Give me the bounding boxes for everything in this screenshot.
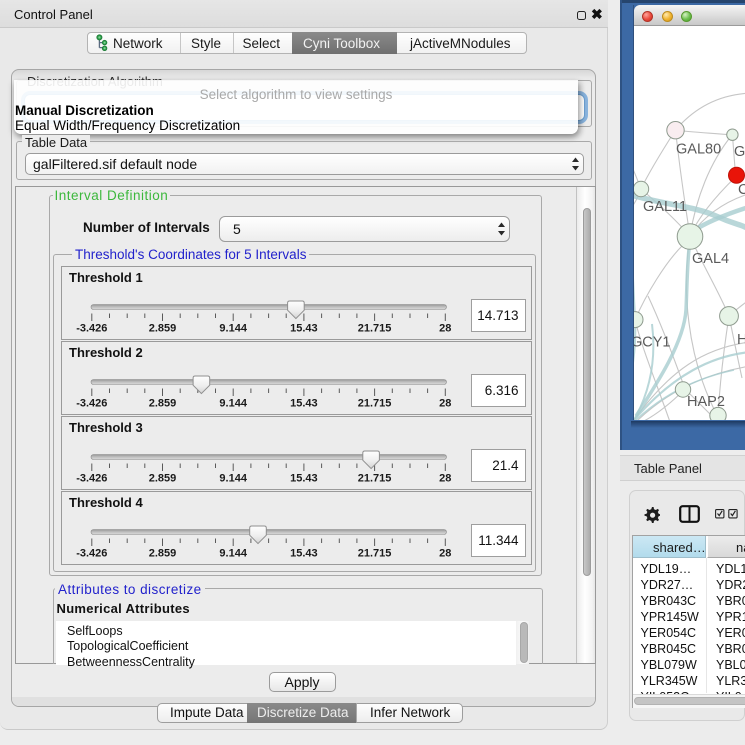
- svg-text:GAL11: GAL11: [643, 199, 687, 215]
- svg-text:15.43: 15.43: [290, 398, 318, 410]
- svg-text:2.859: 2.859: [148, 323, 176, 335]
- svg-text:HI: HI: [737, 332, 745, 348]
- svg-text:GAL80: GAL80: [676, 142, 721, 158]
- svg-text:28: 28: [439, 473, 451, 485]
- svg-text:28: 28: [439, 323, 451, 335]
- svg-text:21.715: 21.715: [357, 548, 391, 560]
- svg-text:9.144: 9.144: [219, 548, 247, 560]
- svg-text:21.715: 21.715: [357, 323, 391, 335]
- svg-text:21.715: 21.715: [357, 473, 391, 485]
- svg-text:GAL4: GAL4: [692, 251, 729, 267]
- svg-text:15.43: 15.43: [290, 473, 318, 485]
- svg-text:28: 28: [439, 398, 451, 410]
- svg-text:-3.426: -3.426: [76, 398, 107, 410]
- svg-text:HAP2: HAP2: [687, 394, 725, 410]
- svg-text:C: C: [738, 182, 745, 198]
- svg-text:2.859: 2.859: [148, 398, 176, 410]
- svg-text:21.715: 21.715: [357, 398, 391, 410]
- svg-text:-3.426: -3.426: [76, 473, 107, 485]
- svg-text:2.859: 2.859: [148, 548, 176, 560]
- svg-text:2.859: 2.859: [148, 473, 176, 485]
- svg-text:9.144: 9.144: [219, 323, 247, 335]
- svg-text:15.43: 15.43: [290, 323, 318, 335]
- svg-text:-3.426: -3.426: [76, 548, 107, 560]
- svg-text:GCY1: GCY1: [634, 335, 671, 351]
- svg-text:9.144: 9.144: [219, 398, 247, 410]
- svg-text:GA: GA: [734, 144, 745, 160]
- svg-text:15.43: 15.43: [290, 548, 318, 560]
- svg-text:-3.426: -3.426: [76, 323, 107, 335]
- svg-text:28: 28: [439, 548, 451, 560]
- svg-text:9.144: 9.144: [219, 473, 247, 485]
